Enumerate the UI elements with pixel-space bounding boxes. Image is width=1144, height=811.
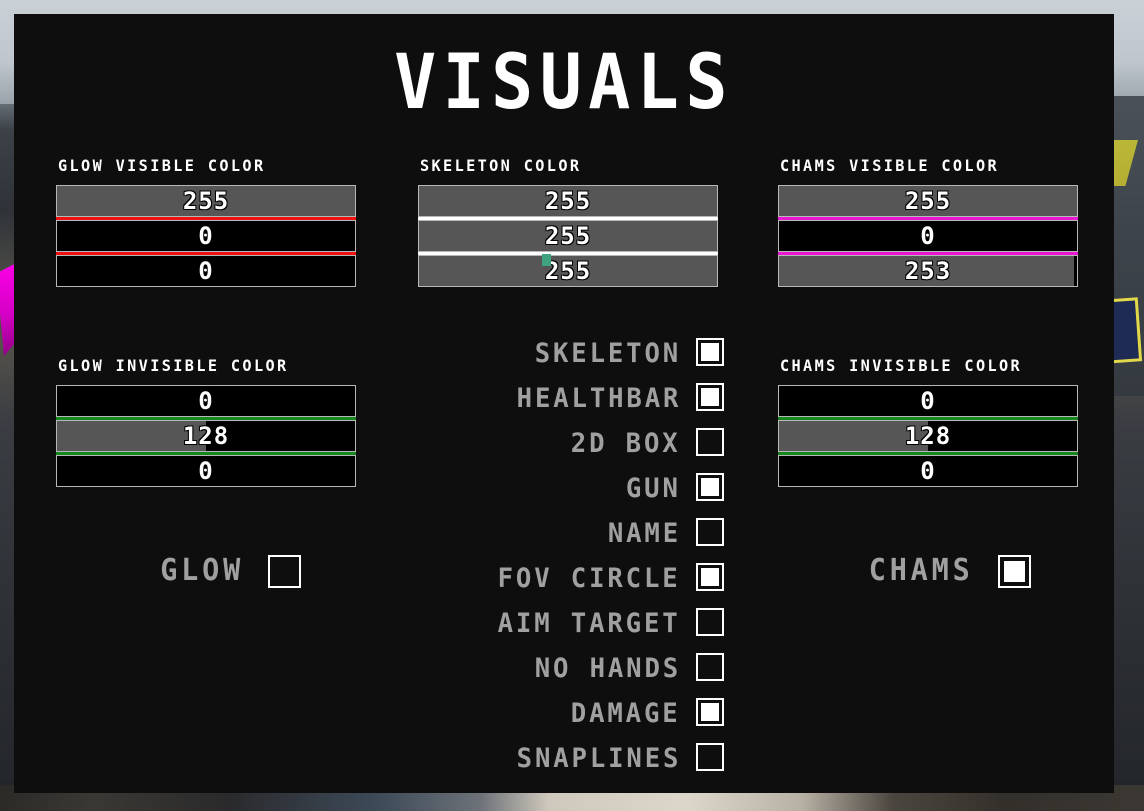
chams-checkbox[interactable] <box>998 554 1032 588</box>
slider-value: 128 <box>182 422 230 450</box>
slider-value: 0 <box>198 257 214 285</box>
slider-value: 0 <box>920 222 936 250</box>
color-slider-blue[interactable]: 0 <box>56 255 356 287</box>
glow-invisible-color-title: GLOW INVISIBLE COLOR <box>58 356 289 375</box>
glow-visible-color-title: GLOW VISIBLE COLOR <box>58 156 266 175</box>
slider-value: 128 <box>904 422 952 450</box>
option-row[interactable]: HEALTHBAR <box>404 381 734 426</box>
visual-options-list: SKELETON HEALTHBAR 2D BOX GUN NAME FOV CIRCLE… <box>404 336 734 786</box>
glow-visible-slider-stack: 255 0 0 <box>56 185 356 287</box>
chams-invisible-color-group: CHAMS INVISIBLE COLOR 0 128 0 <box>778 356 1078 487</box>
color-slider-red[interactable]: 255 <box>778 185 1078 217</box>
option-row[interactable]: SKELETON <box>404 336 734 381</box>
skeleton-slider-stack: 255 255 255 <box>418 185 718 287</box>
color-slider-red[interactable]: 255 <box>56 185 356 217</box>
option-checkbox[interactable] <box>696 608 724 636</box>
option-row[interactable]: AIM TARGET <box>404 606 734 651</box>
slider-value: 255 <box>904 187 952 215</box>
option-label: NAME <box>607 518 681 549</box>
slider-value: 255 <box>544 222 592 250</box>
slider-value: 255 <box>544 187 592 215</box>
option-label: DAMAGE <box>571 698 681 729</box>
option-label: GUN <box>626 473 681 504</box>
option-label: NO HANDS <box>534 653 681 684</box>
option-row[interactable]: FOV CIRCLE <box>404 561 734 606</box>
color-slider-green[interactable]: 0 <box>778 220 1078 252</box>
visuals-menu-panel: VISUALS GLOW VISIBLE COLOR 255 0 0 GLOW IN… <box>14 14 1114 793</box>
glow-toggle[interactable]: GLOW <box>158 553 302 588</box>
slider-value: 0 <box>920 387 936 415</box>
option-label: FOV CIRCLE <box>498 563 681 594</box>
color-slider-blue[interactable]: 0 <box>56 455 356 487</box>
option-row[interactable]: NAME <box>404 516 734 561</box>
option-checkbox[interactable] <box>696 653 724 681</box>
chams-toggle-label: CHAMS <box>868 553 974 588</box>
chams-visible-color-title: CHAMS VISIBLE COLOR <box>780 156 1000 175</box>
color-slider-green[interactable]: 0 <box>56 220 356 252</box>
slider-value: 0 <box>198 387 214 415</box>
chams-visible-slider-stack: 255 0 253 <box>778 185 1078 287</box>
slider-value: 255 <box>544 257 592 285</box>
color-slider-red[interactable]: 0 <box>56 385 356 417</box>
option-label: AIM TARGET <box>498 608 681 639</box>
color-slider-green[interactable]: 255 <box>418 220 718 252</box>
color-slider-red[interactable]: 255 <box>418 185 718 217</box>
option-row[interactable]: 2D BOX <box>404 426 734 471</box>
option-checkbox[interactable] <box>696 383 724 411</box>
slider-value: 0 <box>920 457 936 485</box>
chams-invisible-slider-stack: 0 128 0 <box>778 385 1078 487</box>
color-slider-blue[interactable]: 253 <box>778 255 1078 287</box>
slider-value: 253 <box>904 257 952 285</box>
option-checkbox[interactable] <box>696 698 724 726</box>
color-slider-green[interactable]: 128 <box>56 420 356 452</box>
glow-checkbox[interactable] <box>268 554 302 588</box>
chams-invisible-color-title: CHAMS INVISIBLE COLOR <box>780 356 1023 375</box>
option-label: SNAPLINES <box>516 743 681 774</box>
color-slider-blue[interactable]: 255 <box>418 255 718 287</box>
glow-invisible-slider-stack: 0 128 0 <box>56 385 356 487</box>
glow-visible-color-group: GLOW VISIBLE COLOR 255 0 0 <box>56 156 356 287</box>
option-checkbox[interactable] <box>696 473 724 501</box>
option-row[interactable]: GUN <box>404 471 734 516</box>
option-label: SKELETON <box>534 338 681 369</box>
option-checkbox[interactable] <box>696 338 724 366</box>
option-checkbox[interactable] <box>696 518 724 546</box>
option-row[interactable]: SNAPLINES <box>404 741 734 786</box>
option-checkbox[interactable] <box>696 428 724 456</box>
slider-value: 0 <box>198 222 214 250</box>
option-row[interactable]: DAMAGE <box>404 696 734 741</box>
option-label: 2D BOX <box>571 428 681 459</box>
option-row[interactable]: NO HANDS <box>404 651 734 696</box>
skeleton-color-group: SKELETON COLOR 255 255 255 <box>418 156 718 287</box>
glow-invisible-color-group: GLOW INVISIBLE COLOR 0 128 0 <box>56 356 356 487</box>
color-slider-blue[interactable]: 0 <box>778 455 1078 487</box>
slider-value: 0 <box>198 457 214 485</box>
chams-toggle[interactable]: CHAMS <box>866 553 1032 588</box>
option-checkbox[interactable] <box>696 743 724 771</box>
menu-columns: GLOW VISIBLE COLOR 255 0 0 GLOW INVISIBLE … <box>14 14 1114 793</box>
option-checkbox[interactable] <box>696 563 724 591</box>
skeleton-color-title: SKELETON COLOR <box>420 156 582 175</box>
chams-visible-color-group: CHAMS VISIBLE COLOR 255 0 253 <box>778 156 1078 287</box>
glow-toggle-label: GLOW <box>160 553 245 588</box>
slider-value: 255 <box>182 187 230 215</box>
option-label: HEALTHBAR <box>516 383 681 414</box>
color-slider-green[interactable]: 128 <box>778 420 1078 452</box>
color-slider-red[interactable]: 0 <box>778 385 1078 417</box>
